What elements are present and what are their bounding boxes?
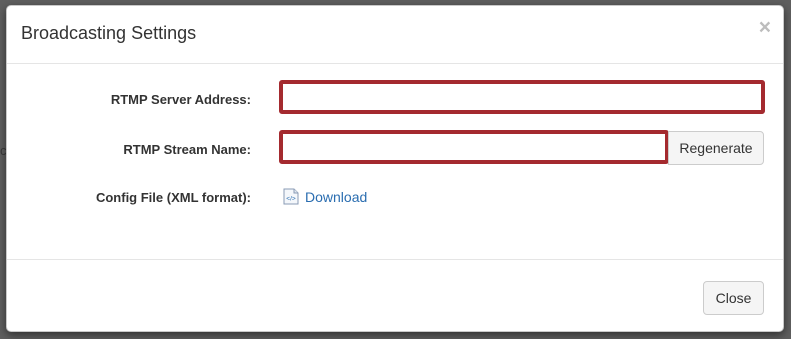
xml-file-icon: </> [283,188,299,205]
rtmp-stream-row: RTMP Stream Name: Regenerate [7,128,783,168]
rtmp-stream-label: RTMP Stream Name: [123,142,251,157]
modal-title: Broadcasting Settings [21,23,197,43]
download-link[interactable]: </> Download [283,188,367,205]
modal-header: Broadcasting Settings × [7,6,783,64]
rtmp-stream-input[interactable] [279,130,669,164]
svg-text:</>: </> [286,196,296,203]
modal-footer: Close [7,259,783,332]
rtmp-server-input[interactable] [279,80,765,114]
close-x-button[interactable]: × [759,17,771,38]
rtmp-server-label: RTMP Server Address: [110,92,251,107]
config-file-row: Config File (XML format): </> Download [7,181,783,211]
config-file-label: Config File (XML format): [95,190,251,205]
regenerate-button[interactable]: Regenerate [668,131,764,165]
close-button[interactable]: Close [703,281,764,315]
broadcasting-settings-dialog: Broadcasting Settings × RTMP Server Addr… [6,5,784,332]
download-link-label: Download [305,188,368,205]
rtmp-server-row: RTMP Server Address: [7,78,783,118]
